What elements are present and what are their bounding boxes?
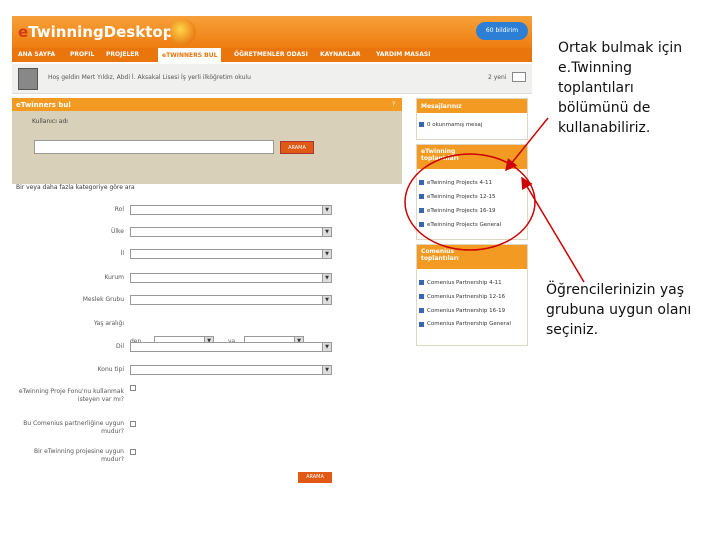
annotation-top: Ortak bulmak için e.Twinning toplantılar…	[558, 40, 683, 136]
chevron-down-icon: ▼	[322, 366, 331, 374]
list-item[interactable]: Comenius Partnership 4-11	[417, 277, 527, 291]
profession-select[interactable]: ▼	[130, 295, 332, 305]
list-item[interactable]: Comenius Partnership 16-19	[417, 305, 527, 319]
help-icon[interactable]: ?	[392, 101, 395, 108]
list-item[interactable]: Comenius Partnership General	[417, 319, 527, 337]
welcome-text: Hoş geldin Mert Yıldız, Abdi İ. Aksakal …	[48, 74, 251, 81]
app-logo[interactable]: eTwinningDesktop	[18, 23, 173, 41]
username-label: Kullanıcı adı	[32, 118, 68, 125]
group-icon	[419, 194, 424, 199]
search-panel: eTwinners bul ? Kullanıcı adı ARAMA	[12, 98, 402, 184]
annotation-bottom: Öğrencilerinizin yaş grubuna uygun olanı…	[546, 282, 692, 338]
role-select[interactable]: ▼	[130, 205, 332, 215]
comenius-question: Bu Comenius partnerliğine uygun mudur?	[23, 420, 124, 435]
etwinning-screenshot: eTwinningDesktop 60 bildirim ANA SAYFA P…	[12, 16, 532, 488]
notifications-button[interactable]: 60 bildirim	[476, 22, 528, 40]
chevron-down-icon: ▼	[322, 274, 331, 282]
project-question: Bir eTwinning projesine uygun mudur?	[33, 448, 124, 463]
country-label: Ülke	[110, 228, 124, 235]
institution-select[interactable]: ▼	[130, 273, 332, 283]
messages-box: Mesajlarınız 0 okunmamış mesaj	[416, 98, 528, 140]
group-icon	[419, 322, 424, 327]
chevron-down-icon: ▼	[322, 250, 331, 258]
country-select[interactable]: ▼	[130, 227, 332, 237]
chevron-down-icon: ▼	[322, 296, 331, 304]
group-icon	[419, 180, 424, 185]
subject-type-label: Konu tipi	[97, 366, 124, 373]
search-button[interactable]: ARAMA	[280, 141, 314, 154]
group-icon	[419, 222, 424, 227]
new-messages-count[interactable]: 2 yeni	[488, 74, 506, 81]
city-select[interactable]: ▼	[130, 249, 332, 259]
search-title: eTwinners bul	[16, 101, 71, 109]
category-search-button[interactable]: ARAMA	[298, 472, 332, 483]
list-item[interactable]: eTwinning Projects 4-11	[417, 177, 527, 191]
chevron-down-icon: ▼	[322, 343, 331, 351]
nav-resources[interactable]: KAYNAKLAR	[320, 51, 360, 58]
group-icon	[419, 280, 424, 285]
etwinning-groups-box: eTwinning toplantıları eTwinning Projects…	[416, 144, 528, 240]
comenius-groups-box: Comenius toplantıları Comenius Partnershi…	[416, 244, 528, 346]
language-label: Dil	[116, 343, 124, 350]
nav-profile[interactable]: PROFIL	[70, 51, 94, 58]
city-label: İl	[120, 250, 124, 257]
profession-label: Meslek Grubu	[82, 296, 124, 303]
group-icon	[419, 208, 424, 213]
envelope-icon[interactable]	[512, 72, 526, 82]
nav-find-etwinners[interactable]: eTWINNERS BUL	[158, 48, 222, 62]
avatar[interactable]	[18, 68, 38, 90]
institution-label: Kurum	[104, 274, 124, 281]
language-select[interactable]: ▼	[130, 342, 332, 352]
list-item[interactable]: Comenius Partnership 12-16	[417, 291, 527, 305]
nav-projects[interactable]: PROJELER	[106, 51, 139, 58]
fund-checkbox[interactable]	[130, 385, 136, 391]
chevron-down-icon: ▼	[322, 206, 331, 214]
subject-type-select[interactable]: ▼	[130, 365, 332, 375]
messages-item[interactable]: 0 okunmamış mesaj	[417, 119, 527, 133]
group-icon	[419, 308, 424, 313]
project-checkbox[interactable]	[130, 449, 136, 455]
list-item[interactable]: eTwinning Projects 12-15	[417, 191, 527, 205]
chevron-down-icon: ▼	[322, 228, 331, 236]
age-range-label: Yaş aralığı	[93, 320, 124, 327]
main-nav: ANA SAYFA PROFIL PROJELER eTWINNERS BUL …	[12, 48, 532, 62]
messages-header: Mesajlarınız	[417, 99, 527, 113]
nav-home[interactable]: ANA SAYFA	[18, 51, 55, 58]
search-header: eTwinners bul ?	[12, 98, 402, 111]
group-icon	[419, 294, 424, 299]
etwinning-groups-header: eTwinning toplantıları	[417, 145, 527, 169]
top-bar: eTwinningDesktop 60 bildirim	[12, 16, 532, 48]
comenius-groups-header: Comenius toplantıları	[417, 245, 527, 269]
comenius-checkbox[interactable]	[130, 421, 136, 427]
logo-mark-icon	[170, 19, 196, 45]
fund-question: eTwinning Proje Fonu'nu kullanmak isteye…	[18, 388, 124, 403]
nav-helpdesk[interactable]: YARDIM MASASI	[376, 51, 430, 58]
slide: eTwinningDesktop 60 bildirim ANA SAYFA P…	[0, 0, 720, 540]
list-item[interactable]: eTwinning Projects 16-19	[417, 205, 527, 219]
nav-teachers-room[interactable]: ÖĞRETMENLER ODASI	[234, 51, 308, 58]
username-input[interactable]	[34, 140, 274, 154]
role-label: Rol	[114, 206, 124, 213]
list-item[interactable]: eTwinning Projects General	[417, 219, 527, 233]
category-search-title: Bir veya daha fazla kategoriye göre ara	[16, 184, 135, 191]
message-icon	[419, 122, 424, 127]
welcome-bar: Hoş geldin Mert Yıldız, Abdi İ. Aksakal …	[12, 64, 532, 94]
